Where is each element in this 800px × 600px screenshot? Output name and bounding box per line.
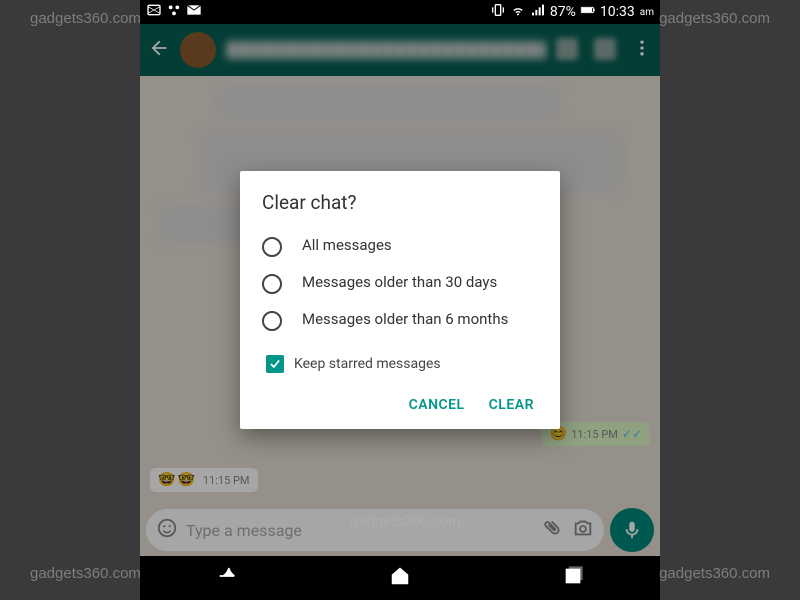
cancel-button[interactable]: CANCEL xyxy=(409,397,465,413)
radio-option-30-days[interactable]: Messages older than 30 days xyxy=(262,265,538,302)
watermark: gadgets360.com xyxy=(659,565,770,582)
clock-time: 10:33 xyxy=(600,4,635,20)
battery-icon xyxy=(580,2,596,22)
notif-icon-2 xyxy=(166,2,182,22)
radio-label: Messages older than 30 days xyxy=(302,273,497,292)
vibrate-icon xyxy=(490,2,506,22)
radio-option-all[interactable]: All messages xyxy=(262,228,538,265)
radio-icon xyxy=(262,311,282,331)
nav-back-icon[interactable] xyxy=(216,565,238,591)
watermark: gadgets360.com xyxy=(30,565,141,582)
radio-label: Messages older than 6 months xyxy=(302,310,508,329)
nav-home-icon[interactable] xyxy=(389,565,411,591)
clear-button[interactable]: CLEAR xyxy=(489,397,534,413)
signal-icon xyxy=(530,2,546,22)
checkbox-keep-starred[interactable]: Keep starred messages xyxy=(266,355,538,373)
radio-label: All messages xyxy=(302,236,392,255)
battery-percent: 87% xyxy=(550,4,576,20)
mail-icon xyxy=(186,2,202,22)
watermark: gadgets360.com xyxy=(659,10,770,27)
watermark: gadgets360.com xyxy=(350,513,461,530)
dialog-actions: CANCEL CLEAR xyxy=(262,391,538,419)
navbar xyxy=(140,556,660,600)
phone-frame: 87% 10:33 am 😊 11:15 PM ✓✓ 🤓 🤓 11:15 PM xyxy=(140,0,660,600)
watermark: gadgets360.com xyxy=(30,10,141,27)
checkbox-label: Keep starred messages xyxy=(294,356,441,372)
nav-recent-icon[interactable] xyxy=(562,565,584,591)
wifi-icon xyxy=(510,2,526,22)
statusbar: 87% 10:33 am xyxy=(140,0,660,24)
radio-icon xyxy=(262,237,282,257)
radio-option-6-months[interactable]: Messages older than 6 months xyxy=(262,302,538,339)
clear-chat-dialog: Clear chat? All messages Messages older … xyxy=(240,171,560,429)
radio-icon xyxy=(262,274,282,294)
notif-icon-1 xyxy=(146,2,162,22)
clock-suffix: am xyxy=(640,7,654,18)
checkbox-icon xyxy=(266,355,284,373)
dialog-title: Clear chat? xyxy=(262,191,538,214)
